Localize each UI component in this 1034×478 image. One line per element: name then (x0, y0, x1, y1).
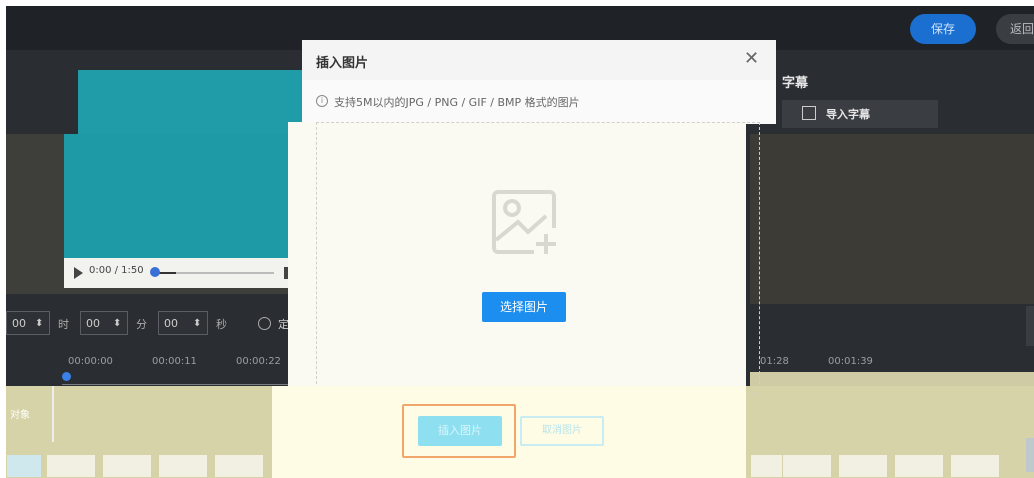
choose-image-button[interactable]: 选择图片 (482, 292, 566, 322)
seconds-unit: 秒 (216, 318, 227, 331)
tick-label: 00:00:00 (68, 356, 113, 367)
stepper-icon: ⬍ (35, 318, 44, 329)
stepper-icon: ⬍ (193, 318, 202, 329)
scrollbar[interactable] (1026, 306, 1034, 346)
track-thumbnail[interactable] (102, 454, 152, 478)
import-subtitle-label: 导入字幕 (826, 108, 870, 121)
modal-info-row: i 支持5M以内的JPG / PNG / GIF / BMP 格式的图片 (302, 80, 776, 124)
stepper-icon: ⬍ (113, 318, 122, 329)
hours-value: 00 (12, 317, 26, 330)
scrollbar[interactable] (1026, 438, 1034, 472)
track-thumbnail[interactable] (214, 454, 264, 478)
track-thumbnail[interactable] (782, 454, 832, 478)
text-icon (802, 106, 816, 120)
subtitle-panel-body (750, 134, 1034, 304)
minutes-select[interactable]: 00 ⬍ (80, 311, 128, 335)
playhead[interactable] (62, 372, 71, 381)
close-icon[interactable]: ✕ (744, 48, 759, 69)
video-controls: 0:00 / 1:50 (64, 258, 294, 288)
seek-handle[interactable] (150, 267, 160, 277)
time-input-row: 00 ⬍ 时 00 ⬍ 分 00 ⬍ 秒 定 (6, 308, 306, 338)
playback-time: 0:00 / 1:50 (89, 265, 144, 276)
dropzone-border (316, 122, 760, 394)
insert-image-button[interactable]: 插入图片 (418, 416, 502, 446)
track-thumbnail[interactable] (46, 454, 96, 478)
video-preview-top (78, 70, 308, 136)
track-label: 对象 (10, 410, 30, 421)
play-icon[interactable] (74, 267, 83, 279)
info-icon: i (316, 95, 328, 107)
save-button[interactable]: 保存 (910, 14, 976, 44)
ruler-ticks (62, 378, 302, 385)
hours-select[interactable]: 00 ⬍ (6, 311, 50, 335)
tick-label: 00:00:11 (152, 356, 197, 367)
modal-title: 插入图片 (316, 56, 369, 71)
track-thumbnail[interactable] (950, 454, 1000, 478)
seconds-select[interactable]: 00 ⬍ (158, 311, 208, 335)
format-hint: 支持5M以内的JPG / PNG / GIF / BMP 格式的图片 (334, 96, 580, 109)
tick-label: 01:28 (760, 356, 789, 367)
back-button[interactable]: 返回 (996, 14, 1034, 44)
tick-label: 00:00:22 (236, 356, 281, 367)
seconds-value: 00 (164, 317, 178, 330)
tick-label: 00:01:39 (828, 356, 873, 367)
image-placeholder-icon (492, 190, 556, 254)
modal-header: 插入图片 ✕ (302, 40, 776, 81)
track-thumbnail[interactable] (6, 454, 42, 478)
subtitle-panel-title: 字幕 (782, 76, 809, 91)
editor-window: 保存 返回 0:00 / 1:50 00 ⬍ 时 00 ⬍ 分 00 ⬍ 秒 定… (6, 6, 1034, 478)
timeline-strip (750, 372, 1034, 386)
import-subtitle-button[interactable]: 导入字幕 (782, 100, 938, 128)
track-thumbnail[interactable] (838, 454, 888, 478)
track-cursor-line (52, 386, 54, 442)
add-icon[interactable] (258, 317, 271, 330)
minutes-value: 00 (86, 317, 100, 330)
hours-unit: 时 (58, 318, 69, 331)
minutes-unit: 分 (136, 318, 147, 331)
cancel-button[interactable]: 取消图片 (520, 416, 604, 446)
track-thumbnail[interactable] (894, 454, 944, 478)
track-thumbnail[interactable] (158, 454, 208, 478)
